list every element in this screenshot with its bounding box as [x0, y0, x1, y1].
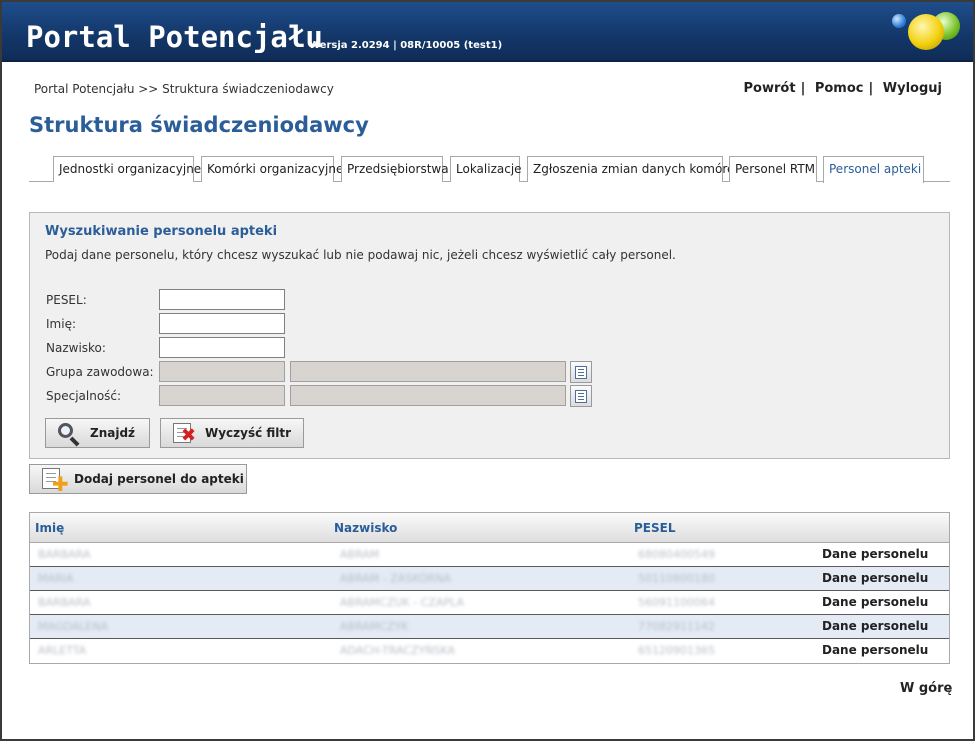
top-links: Powrót | Pomoc | Wyloguj [744, 81, 942, 96]
column-header-last-name[interactable]: Nazwisko [334, 521, 397, 535]
table-row: BARBARA ABRAMCZUK - CZAPLA 56091100064 D… [30, 591, 949, 615]
list-icon [575, 389, 587, 403]
last-name-cell: ADACH-TRACZYŃSKA [340, 644, 455, 657]
last-name-input[interactable] [159, 337, 285, 358]
add-staff-button[interactable]: ✚ Dodaj personel do apteki [29, 464, 247, 494]
staff-details-link[interactable]: Dane personelu [822, 643, 928, 657]
application-window: Portal Potencjału Wersja 2.0294 | 08R/10… [0, 0, 975, 741]
version-info: Wersja 2.0294 | 08R/10005 (test1) [309, 40, 503, 51]
first-name-cell: MAGDALENA [38, 620, 108, 633]
specialty-label: Specjalność: [46, 389, 122, 403]
last-name-cell: ABRAM [340, 548, 380, 561]
tab-zgloszenia-zmian[interactable]: Zgłoszenia zmian danych komórek [527, 156, 741, 182]
first-name-cell: BARBARA [38, 548, 91, 561]
pesel-cell: 50110800180 [638, 572, 715, 585]
table-row: BARBARA ABRAM 68080400549 Dane personelu [30, 543, 949, 567]
last-name-cell: ABRAMCZUK - CZAPLA [340, 596, 465, 609]
search-panel-description: Podaj dane personelu, który chcesz wyszu… [45, 248, 676, 262]
link-separator: | [868, 81, 874, 96]
table-row: MARIA ABRAM - ZASKÓRNA 50110800180 Dane … [30, 567, 949, 591]
column-header-pesel[interactable]: PESEL [634, 521, 675, 535]
find-button-label: Znajdź [90, 426, 136, 440]
professional-group-code-field [159, 361, 285, 382]
tab-lokalizacje[interactable]: Lokalizacje [450, 156, 522, 182]
page-title: Struktura świadczeniodawcy [29, 113, 369, 137]
pesel-cell: 77082911142 [638, 620, 715, 633]
add-document-icon: ✚ [40, 467, 69, 494]
table-row: ARLETTA ADACH-TRACZYŃSKA 65120901365 Dan… [30, 639, 949, 663]
tab-personel-rtm[interactable]: Personel RTM [729, 156, 817, 182]
table-header: Imię Nazwisko PESEL [30, 513, 949, 543]
last-name-cell: ABRAM - ZASKÓRNA [340, 572, 451, 585]
tab-przedsiebiorstwa[interactable]: Przedsiębiorstwa [341, 156, 449, 182]
magnifier-icon [56, 421, 84, 447]
staff-details-link[interactable]: Dane personelu [822, 595, 928, 609]
first-name-input[interactable] [159, 313, 285, 334]
search-panel: Wyszukiwanie personelu apteki Podaj dane… [29, 212, 950, 459]
clear-filter-button-label: Wyczyść filtr [205, 426, 292, 440]
staff-details-link[interactable]: Dane personelu [822, 547, 928, 561]
specialty-picker-button[interactable] [570, 385, 592, 407]
first-name-label: Imię: [46, 317, 76, 331]
table-row: MAGDALENA ABRAMCZYK 77082911142 Dane per… [30, 615, 949, 639]
go-to-top-link[interactable]: W górę [900, 681, 952, 696]
logo [890, 10, 960, 50]
header-bar: Portal Potencjału Wersja 2.0294 | 08R/10… [2, 2, 973, 62]
tab-jednostki-organizacyjne[interactable]: Jednostki organizacyjne [53, 156, 201, 182]
first-name-cell: MARIA [38, 572, 74, 585]
professional-group-picker-button[interactable] [570, 361, 592, 383]
search-panel-title: Wyszukiwanie personelu apteki [45, 224, 278, 239]
first-name-cell: BARBARA [38, 596, 91, 609]
back-link[interactable]: Powrót [744, 81, 796, 96]
tab-komorki-organizacyjne[interactable]: Komórki organizacyjne [201, 156, 343, 182]
pesel-cell: 68080400549 [638, 548, 715, 561]
list-icon [575, 365, 587, 379]
staff-details-link[interactable]: Dane personelu [822, 571, 928, 585]
pesel-cell: 56091100064 [638, 596, 715, 609]
app-title: Portal Potencjału [26, 20, 323, 54]
first-name-cell: ARLETTA [38, 644, 87, 657]
pesel-input[interactable] [159, 289, 285, 310]
breadcrumb: Portal Potencjału >> Struktura świadczen… [34, 82, 334, 96]
last-name-label: Nazwisko: [46, 341, 106, 355]
staff-table: Imię Nazwisko PESEL BARBARA ABRAM 680804… [29, 512, 950, 664]
specialty-name-field [290, 385, 566, 406]
logo-ball-icon [908, 14, 944, 50]
column-header-first-name[interactable]: Imię [35, 521, 64, 535]
help-link[interactable]: Pomoc [815, 81, 864, 96]
pesel-cell: 65120901365 [638, 644, 715, 657]
staff-details-link[interactable]: Dane personelu [822, 619, 928, 633]
add-staff-button-label: Dodaj personel do apteki [74, 472, 244, 486]
pesel-label: PESEL: [46, 293, 87, 307]
logo-ball-icon [892, 14, 906, 28]
logout-link[interactable]: Wyloguj [883, 81, 942, 96]
tab-personel-apteki[interactable]: Personel apteki [823, 156, 924, 183]
last-name-cell: ABRAMCZYK [340, 620, 409, 633]
clear-filter-icon: ✖ [171, 421, 199, 445]
link-separator: | [800, 81, 806, 96]
professional-group-name-field [290, 361, 566, 382]
specialty-code-field [159, 385, 285, 406]
clear-filter-button[interactable]: ✖ Wyczyść filtr [160, 418, 304, 448]
find-button[interactable]: Znajdź [45, 418, 150, 448]
professional-group-label: Grupa zawodowa: [46, 365, 154, 379]
